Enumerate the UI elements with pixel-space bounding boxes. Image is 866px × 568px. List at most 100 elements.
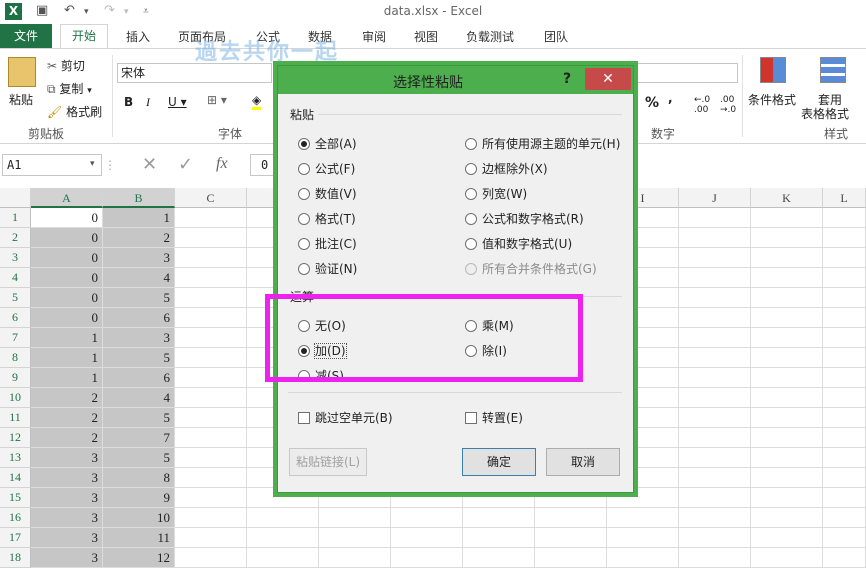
cell-empty[interactable] [751, 428, 823, 448]
tab-view[interactable]: 视图 [414, 28, 438, 45]
row-header[interactable]: 10 [0, 388, 31, 408]
cell-a[interactable]: 3 [31, 488, 103, 508]
tab-insert[interactable]: 插入 [126, 28, 150, 45]
row-header[interactable]: 14 [0, 468, 31, 488]
cell-empty[interactable] [679, 308, 751, 328]
select-all-corner[interactable] [0, 188, 31, 208]
cell-empty[interactable] [823, 368, 866, 388]
cell-empty[interactable] [679, 448, 751, 468]
cell-empty[interactable] [823, 468, 866, 488]
format-as-table-label-2[interactable]: 表格格式 [801, 105, 849, 122]
cell-empty[interactable] [175, 308, 247, 328]
row-header[interactable]: 13 [0, 448, 31, 468]
cell-empty[interactable] [535, 548, 607, 568]
cell-a[interactable]: 1 [31, 328, 103, 348]
cell-empty[interactable] [463, 528, 535, 548]
cell-empty[interactable] [751, 328, 823, 348]
cell-empty[interactable] [175, 248, 247, 268]
cell-b[interactable]: 4 [103, 388, 175, 408]
cell-b[interactable]: 8 [103, 468, 175, 488]
cell-b[interactable]: 3 [103, 328, 175, 348]
cell-empty[interactable] [607, 548, 679, 568]
ok-button[interactable]: 确定 [462, 448, 536, 476]
cell-a[interactable]: 3 [31, 468, 103, 488]
help-icon[interactable]: ? [563, 71, 571, 87]
cut-button[interactable]: ✂ 剪切 [47, 57, 85, 74]
format-painter-button[interactable]: 🖌 格式刷 [47, 103, 102, 120]
cell-b[interactable]: 2 [103, 228, 175, 248]
checkbox-skip-blanks[interactable]: 跳过空单元(B) [298, 409, 393, 427]
conditional-format-icon[interactable] [760, 57, 786, 83]
row-header[interactable]: 3 [0, 248, 31, 268]
comma-style-button[interactable]: , [668, 91, 673, 105]
cell-empty[interactable] [751, 288, 823, 308]
cell-b[interactable]: 3 [103, 248, 175, 268]
cell-empty[interactable] [823, 448, 866, 468]
cell-empty[interactable] [823, 228, 866, 248]
cell-a[interactable]: 0 [31, 268, 103, 288]
formula-input[interactable]: 0 [250, 154, 280, 176]
cell-empty[interactable] [175, 508, 247, 528]
cell-b[interactable]: 5 [103, 408, 175, 428]
cell-empty[interactable] [823, 428, 866, 448]
cell-empty[interactable] [319, 508, 391, 528]
cell-empty[interactable] [751, 448, 823, 468]
radio-paste-values-number-formats[interactable]: 值和数字格式(U) [465, 235, 572, 253]
cell-empty[interactable] [679, 268, 751, 288]
dialog-title-bar[interactable]: 选择性粘贴 ? ✕ [278, 66, 633, 94]
cell-empty[interactable] [175, 408, 247, 428]
cell-b[interactable]: 11 [103, 528, 175, 548]
cell-empty[interactable] [175, 368, 247, 388]
cell-empty[interactable] [535, 528, 607, 548]
cell-a[interactable]: 2 [31, 428, 103, 448]
row-header[interactable]: 8 [0, 348, 31, 368]
radio-paste-validation[interactable]: 验证(N) [298, 260, 357, 278]
column-header-c[interactable]: C [175, 188, 247, 208]
cell-empty[interactable] [751, 228, 823, 248]
cancel-entry-icon[interactable]: ✕ [142, 154, 157, 175]
row-header[interactable]: 11 [0, 408, 31, 428]
radio-paste-formulas[interactable]: 公式(F) [298, 160, 355, 178]
cell-empty[interactable] [751, 388, 823, 408]
cell-empty[interactable] [823, 488, 866, 508]
cell-empty[interactable] [823, 248, 866, 268]
cell-empty[interactable] [319, 528, 391, 548]
cell-a[interactable]: 1 [31, 348, 103, 368]
cell-a[interactable]: 3 [31, 508, 103, 528]
format-as-table-icon[interactable] [820, 57, 846, 83]
cell-empty[interactable] [391, 508, 463, 528]
decrease-decimal-button[interactable]: .00 →.0 [720, 95, 736, 115]
close-button[interactable]: ✕ [585, 68, 631, 90]
cell-b[interactable]: 5 [103, 288, 175, 308]
cell-empty[interactable] [175, 428, 247, 448]
percent-style-button[interactable]: % [645, 95, 659, 111]
bold-button[interactable]: B [124, 95, 133, 109]
cell-a[interactable]: 0 [31, 248, 103, 268]
underline-button[interactable]: U ▾ [168, 95, 187, 109]
cell-b[interactable]: 1 [103, 208, 175, 228]
cell-a[interactable]: 3 [31, 548, 103, 568]
borders-button[interactable]: ⊞ ▾ [207, 93, 227, 107]
cell-empty[interactable] [175, 208, 247, 228]
cell-b[interactable]: 10 [103, 508, 175, 528]
tab-file[interactable]: 文件 [0, 24, 52, 48]
cell-a[interactable]: 0 [31, 208, 103, 228]
name-box[interactable]: A1 [2, 154, 102, 176]
cell-empty[interactable] [679, 348, 751, 368]
radio-paste-all[interactable]: 全部(A) [298, 135, 357, 153]
cell-empty[interactable] [175, 288, 247, 308]
cell-empty[interactable] [391, 528, 463, 548]
cell-empty[interactable] [823, 508, 866, 528]
cell-empty[interactable] [679, 548, 751, 568]
row-header[interactable]: 12 [0, 428, 31, 448]
cell-empty[interactable] [751, 528, 823, 548]
cell-empty[interactable] [751, 508, 823, 528]
cell-empty[interactable] [247, 528, 319, 548]
row-header[interactable]: 7 [0, 328, 31, 348]
italic-button[interactable]: I [146, 95, 150, 110]
cell-b[interactable]: 6 [103, 368, 175, 388]
row-header[interactable]: 9 [0, 368, 31, 388]
cell-empty[interactable] [175, 328, 247, 348]
cell-empty[interactable] [319, 548, 391, 568]
tab-home[interactable]: 开始 [60, 24, 108, 48]
